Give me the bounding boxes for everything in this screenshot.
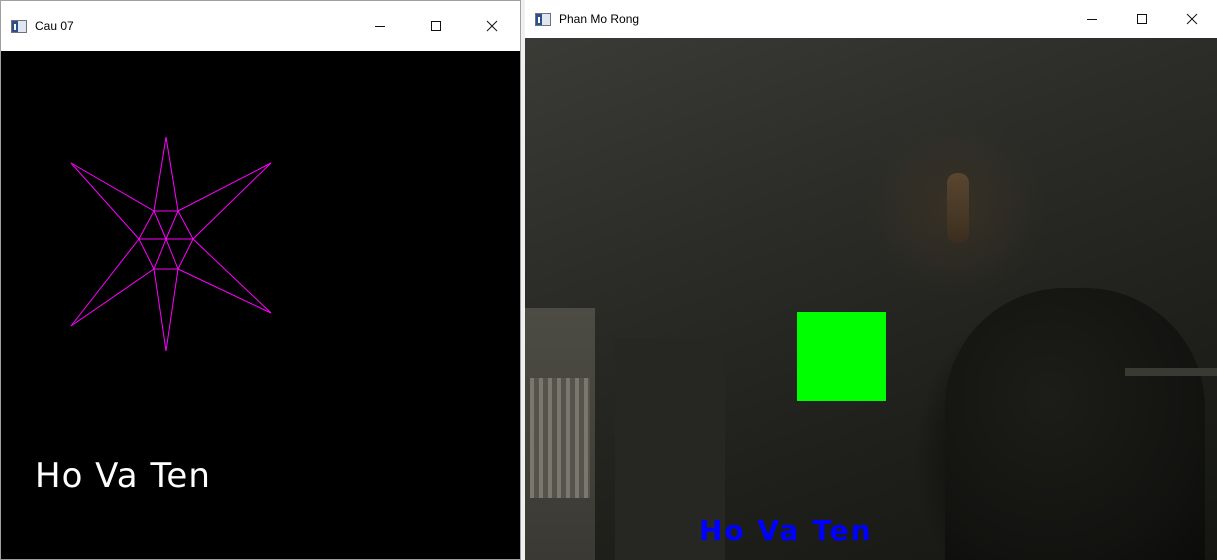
window-phan-mo-rong: Phan Mo Rong Ho Va Ten (525, 0, 1217, 560)
minimize-button[interactable] (352, 1, 408, 51)
title-bar[interactable]: Cau 07 (1, 1, 520, 51)
minimize-icon (375, 26, 385, 27)
star-segment (70, 162, 155, 212)
star-segment (153, 238, 167, 270)
camera-scene-window (530, 378, 590, 498)
star-segment (165, 268, 179, 352)
app-window-icon (11, 19, 27, 33)
close-icon (1186, 13, 1198, 25)
green-square-overlay (797, 312, 886, 401)
close-button[interactable] (464, 1, 520, 51)
star-segment (165, 210, 179, 240)
maximize-icon (431, 21, 441, 31)
minimize-button[interactable] (1067, 0, 1117, 38)
title-bar[interactable]: Phan Mo Rong (525, 0, 1217, 38)
star-segment (70, 268, 155, 327)
star-segment (70, 162, 140, 240)
star-segment (177, 162, 272, 212)
star-segment (177, 268, 272, 314)
window-cau-07: Cau 07 Ho Va Ten (0, 0, 521, 560)
star-segment (70, 238, 140, 327)
maximize-button[interactable] (408, 1, 464, 51)
star-segment (177, 238, 194, 270)
star-segment (153, 136, 167, 212)
camera-scene-person (945, 288, 1205, 560)
star-segment (153, 210, 167, 240)
star-segment (165, 238, 179, 270)
star-segment (192, 162, 272, 240)
close-button[interactable] (1167, 0, 1217, 38)
overlay-name-text: Ho Va Ten (699, 514, 873, 547)
window-title: Cau 07 (35, 19, 74, 33)
canvas-area: Ho Va Ten (1, 51, 520, 559)
star-segment (153, 268, 167, 352)
star-segment (177, 210, 194, 240)
app-window-icon (535, 12, 551, 26)
maximize-button[interactable] (1117, 0, 1167, 38)
star-segment (138, 210, 155, 240)
minimize-icon (1087, 19, 1097, 20)
window-title: Phan Mo Rong (559, 12, 640, 26)
camera-scene-shelf (1125, 368, 1217, 376)
camera-scene-lamp (947, 173, 969, 243)
star-segment (192, 238, 272, 314)
star-segment (138, 238, 155, 270)
maximize-icon (1137, 14, 1147, 24)
star-segment (165, 136, 179, 212)
camera-feed: Ho Va Ten (525, 38, 1217, 560)
canvas-name-text: Ho Va Ten (35, 456, 211, 496)
close-icon (486, 20, 498, 32)
